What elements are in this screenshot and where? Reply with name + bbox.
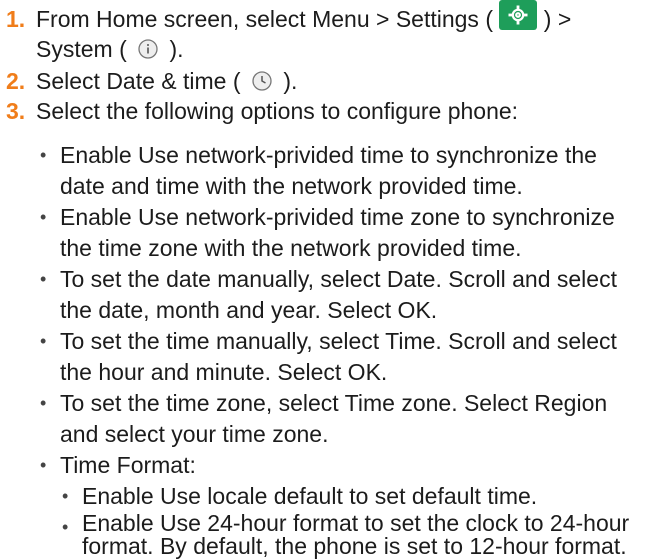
list-item-line: Enable Use 24-hour format to set the clo… bbox=[82, 510, 630, 536]
step-text-part: Select Date & time ( bbox=[36, 68, 241, 94]
list-item-line: format. By default, the phone is set to … bbox=[82, 533, 627, 559]
bullet-dot: • bbox=[40, 207, 47, 227]
step-text: Select Date & time ( ). bbox=[36, 68, 297, 98]
list-item: • To set the time zone, select Time zone… bbox=[0, 388, 672, 450]
step-text-part: ). bbox=[283, 68, 298, 94]
step-number: 3. bbox=[6, 98, 26, 124]
step-text: Select the following options to configur… bbox=[36, 98, 519, 124]
list-item-line: date and time with the network provided … bbox=[60, 173, 523, 199]
list-item: • Time Format: bbox=[0, 450, 672, 481]
step-3: 3. Select the following options to confi… bbox=[0, 98, 672, 128]
list-item: • To set the time manually, select Time.… bbox=[0, 326, 672, 388]
bullet-dot: • bbox=[40, 393, 47, 413]
step-2: 2. Select Date & time ( ). bbox=[0, 68, 672, 98]
step-text-part: From Home screen, select Menu > Settings… bbox=[36, 6, 493, 32]
step-text-line2: System ( ). bbox=[36, 36, 184, 66]
list-item: • Enable Use network-privided time to sy… bbox=[0, 140, 672, 202]
bullet-dot: • bbox=[62, 517, 69, 537]
settings-gear-icon bbox=[499, 0, 538, 30]
step-1: 1. From Home screen, select Menu > Setti… bbox=[0, 0, 672, 68]
list-item-line: To set the time zone, select Time zone. … bbox=[60, 390, 608, 416]
list-item: • Enable Use network-privided time zone … bbox=[0, 202, 672, 264]
step-number: 2. bbox=[6, 68, 26, 94]
bullet-dot: • bbox=[40, 331, 47, 351]
bullet-dot: • bbox=[62, 486, 69, 506]
list-item-line: Enable Use network-privided time to sync… bbox=[60, 142, 597, 168]
list-item: • To set the date manually, select Date.… bbox=[0, 264, 672, 326]
bullet-dot: • bbox=[40, 269, 47, 289]
list-item-line: To set the date manually, select Date. S… bbox=[60, 266, 617, 292]
list-item-line: and select your time zone. bbox=[60, 421, 329, 447]
list-item-line: Enable Use locale default to set default… bbox=[82, 483, 538, 509]
step-text-part: ). bbox=[169, 36, 184, 62]
info-icon bbox=[137, 38, 159, 66]
bullet-dot: • bbox=[40, 145, 47, 165]
step-text-part: ) > bbox=[543, 6, 572, 32]
list-item-line: To set the time manually, select Time. S… bbox=[60, 328, 617, 354]
sub-list-item: • Enable Use 24-hour format to set the c… bbox=[0, 510, 672, 558]
list-item-line: Time Format: bbox=[60, 452, 196, 478]
step-number: 1. bbox=[6, 6, 26, 32]
step-text-part: System ( bbox=[36, 36, 127, 62]
clock-icon bbox=[251, 70, 273, 98]
sub-list-item: • Enable Use locale default to set defau… bbox=[0, 481, 672, 512]
bullet-dot: • bbox=[40, 455, 47, 475]
list-item-line: the time zone with the network provided … bbox=[60, 235, 522, 261]
step-text: From Home screen, select Menu > Settings… bbox=[36, 0, 572, 33]
list-item-line: Enable Use network-privided time zone to… bbox=[60, 204, 615, 230]
list-item-line: the hour and minute. Select OK. bbox=[60, 359, 388, 385]
list-item-line: the date, month and year. Select OK. bbox=[60, 297, 438, 323]
